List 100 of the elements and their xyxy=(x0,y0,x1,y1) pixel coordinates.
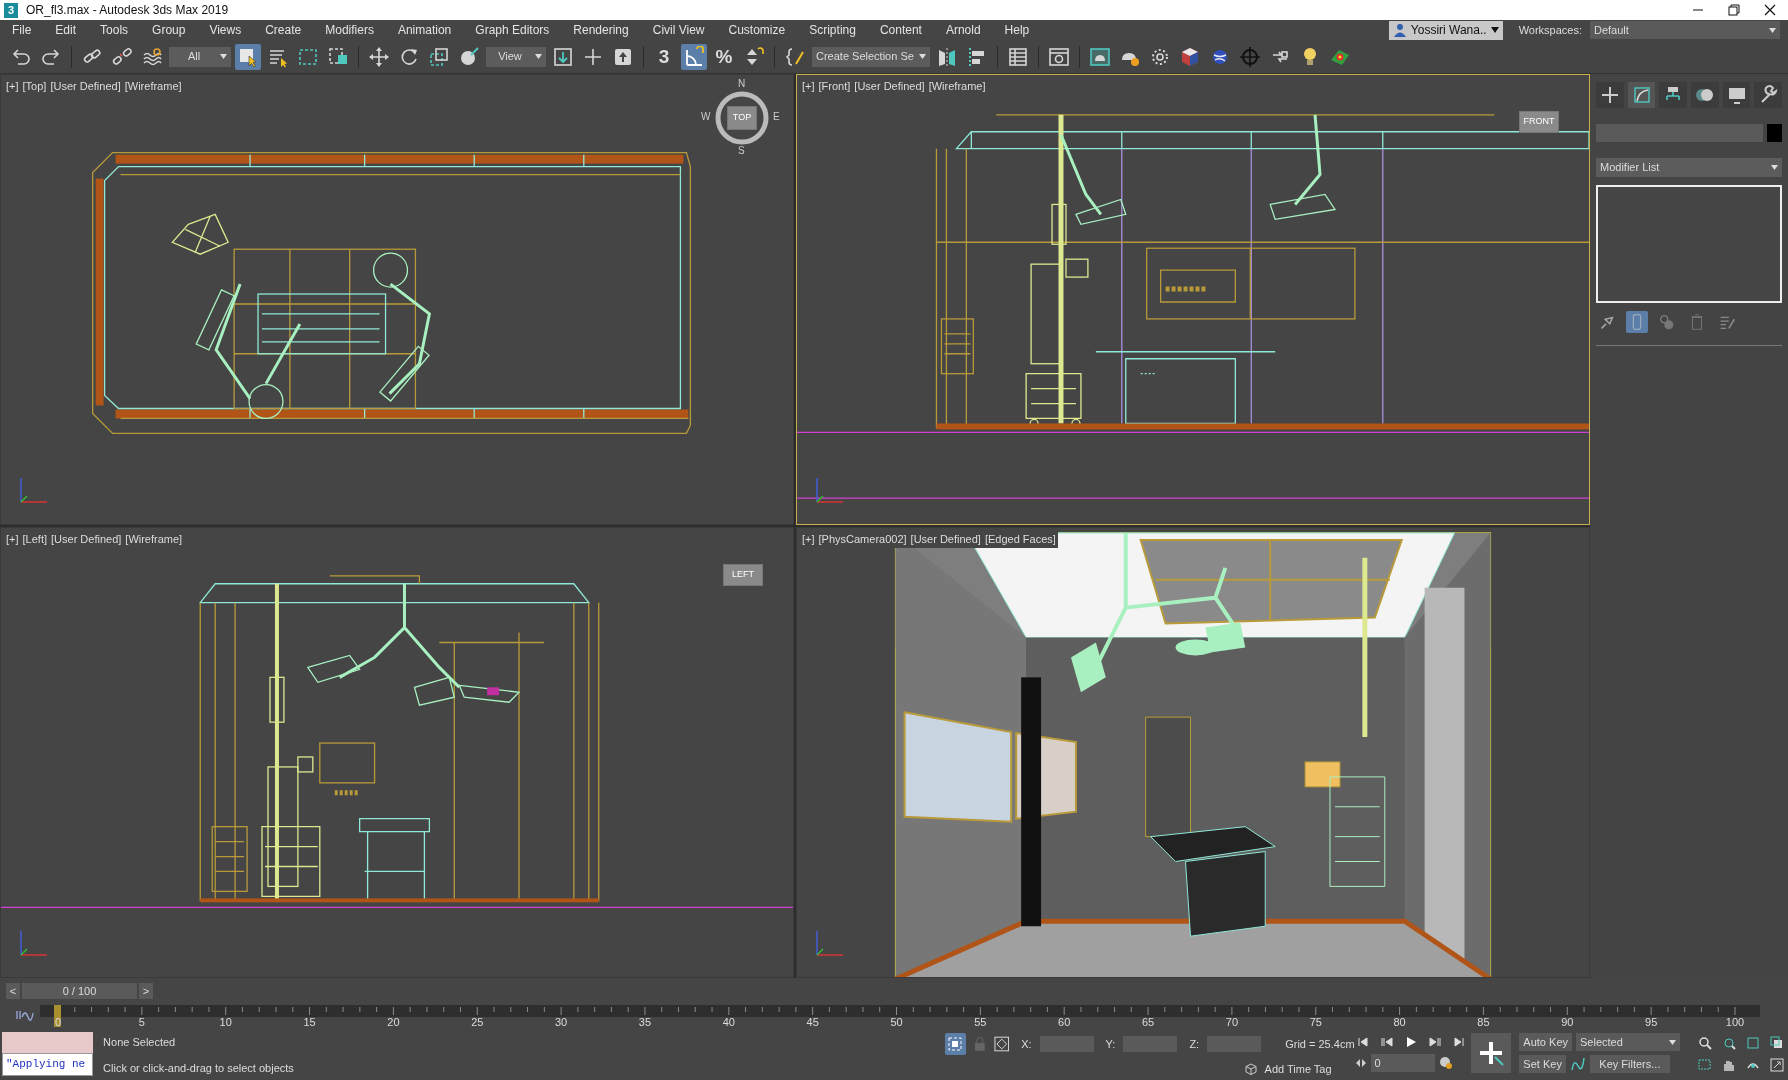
time-slider-thumb[interactable]: 0 / 100 xyxy=(22,982,137,999)
toolbar-dropdown[interactable]: Create Selection Se xyxy=(812,46,930,67)
current-frame-spinner[interactable]: 0 xyxy=(1370,1054,1435,1072)
wrench-panel-tab[interactable] xyxy=(1754,82,1783,108)
prompt-text: Click or click-and-drag to select objects xyxy=(103,1060,295,1076)
frame-tick-label: 10 xyxy=(219,1016,232,1028)
frame-tick-label: 95 xyxy=(1645,1016,1658,1028)
cube-outline-icon xyxy=(1244,1063,1257,1076)
menu-item[interactable]: Animation xyxy=(385,20,464,40)
angle-magnet-button[interactable] xyxy=(681,43,707,70)
go-to-end-icon xyxy=(1452,1036,1465,1048)
menu-item[interactable]: File xyxy=(0,20,44,40)
caret-icon xyxy=(1490,27,1499,33)
padlock-icon xyxy=(973,1037,986,1051)
viewport-menu-label[interactable]: [PhysCamera002] xyxy=(816,531,909,548)
snap-toggle-button[interactable]: % xyxy=(711,43,737,70)
modifier-stack-list[interactable] xyxy=(1596,185,1782,303)
curve-editor-icon[interactable] xyxy=(16,1009,34,1021)
frame-tick-label: 80 xyxy=(1393,1016,1406,1028)
zoom-extents-icon xyxy=(1746,1036,1760,1050)
object-color-swatch[interactable] xyxy=(1767,124,1782,142)
caret-icon xyxy=(220,53,227,59)
next-key-icon xyxy=(1428,1036,1441,1048)
viewport-menu-label[interactable]: [User Defined] xyxy=(908,531,983,548)
viewport[interactable]: [+] [Top] [User Defined] [Wireframe] N W TOP E S xyxy=(0,74,794,525)
key-mode-dropdown[interactable]: Selected xyxy=(1576,1033,1680,1051)
next-key-button[interactable] xyxy=(1426,1034,1443,1050)
frame-tick-label: 85 xyxy=(1477,1016,1490,1028)
maximize-toggle-icon xyxy=(1770,1058,1784,1072)
menu-item[interactable]: Views xyxy=(197,20,254,40)
menu-item[interactable]: Help xyxy=(992,20,1042,40)
previous-key-button[interactable] xyxy=(1378,1034,1395,1050)
menu-item[interactable]: Civil View xyxy=(640,20,717,40)
snap-toggle-button[interactable]: 3 xyxy=(651,43,677,70)
monitor-panel-tab[interactable] xyxy=(1722,82,1751,108)
isolate-selection-button[interactable] xyxy=(944,1033,966,1055)
menu-item[interactable]: Create xyxy=(253,20,314,40)
key-tangent-icon xyxy=(1569,1056,1586,1072)
angle-magnet-icon xyxy=(683,45,705,68)
modifier-list-dropdown[interactable]: Modifier List xyxy=(1596,158,1782,177)
maximize-toggle-button[interactable] xyxy=(1768,1056,1786,1074)
spheres-panel-tab[interactable] xyxy=(1691,82,1719,108)
axis-tripod-icon xyxy=(813,476,845,506)
frame-tick-label: 60 xyxy=(1058,1016,1071,1028)
toolbar-dropdown[interactable]: View xyxy=(486,46,546,67)
key-filters-button[interactable]: Key Filters... xyxy=(1589,1055,1670,1073)
zoom-button[interactable] xyxy=(1696,1034,1714,1052)
pivot-arrows-icon xyxy=(552,45,574,68)
plus-panel-tab[interactable] xyxy=(1596,82,1624,108)
frame-tick-label: 40 xyxy=(722,1016,735,1028)
menu-item[interactable]: Edit xyxy=(43,20,89,40)
hierarchy-panel-tab[interactable] xyxy=(1659,82,1687,108)
table-grid-icon xyxy=(1006,45,1029,68)
select-cursor-button[interactable] xyxy=(235,43,261,70)
menu-item[interactable]: Tools xyxy=(88,20,141,40)
menu-item[interactable]: Scripting xyxy=(797,20,868,40)
viewport-menu-label[interactable]: [Edged Faces] xyxy=(982,531,1058,548)
viewport[interactable]: [+] [PhysCamera002] [User Defined] [Edged Faces] xyxy=(796,527,1590,978)
target-crosshair-icon xyxy=(1238,45,1261,68)
menu-item[interactable]: Graph Editors xyxy=(463,20,562,40)
play-icon xyxy=(1404,1036,1417,1048)
coordinate-label: Y: xyxy=(1105,1036,1116,1052)
sphere-pin-icon xyxy=(458,45,480,68)
caret-icon xyxy=(535,53,542,59)
menu-item[interactable]: Rendering xyxy=(561,20,641,40)
coordinate-label: X: xyxy=(1021,1036,1032,1052)
add-time-tag-text[interactable]: Add Time Tag xyxy=(1264,1061,1332,1078)
frame-tick-label: 45 xyxy=(806,1016,819,1028)
toolbar-dropdown[interactable]: All xyxy=(169,46,231,67)
previous-frame-button[interactable]: < xyxy=(6,982,20,999)
workspaces-dropdown[interactable]: Default xyxy=(1590,21,1780,39)
go-to-start-icon xyxy=(1356,1036,1369,1048)
menu-item[interactable]: Content xyxy=(867,20,934,40)
close-icon xyxy=(1764,4,1776,16)
set-key-button[interactable] xyxy=(1471,1033,1512,1073)
set-key-mode-button[interactable]: Set Key xyxy=(1519,1055,1566,1073)
maxscript-listener-field[interactable] xyxy=(2,1032,94,1053)
selection-frame-icon xyxy=(946,1035,965,1053)
menu-item[interactable]: Group xyxy=(140,20,198,40)
menu-item[interactable]: Customize xyxy=(716,20,798,40)
frame-tick-label: 15 xyxy=(303,1016,316,1028)
menu-item[interactable]: Modifiers xyxy=(313,20,386,40)
viewport[interactable]: [+] [Front] [User Defined] [Wireframe] FRONT xyxy=(796,74,1590,525)
frame-tick-label: 30 xyxy=(554,1016,568,1028)
frame-tick-label: 35 xyxy=(638,1016,652,1028)
caret-icon xyxy=(918,53,926,59)
timeline-ruler[interactable] xyxy=(40,1005,1760,1017)
menu-item[interactable]: Arnold xyxy=(933,20,993,40)
window-title: OR_fl3.max - Autodesk 3ds Max 2019 xyxy=(26,2,229,19)
compass-letter: S xyxy=(738,146,745,156)
auto-key-button[interactable]: Auto Key xyxy=(1519,1033,1572,1051)
axis-tripod-icon xyxy=(813,929,845,959)
selection-status-text: None Selected xyxy=(103,1035,177,1050)
user-account-menu[interactable]: Yossiri Wana.. xyxy=(1388,20,1503,40)
frame-tick-label: 0 xyxy=(54,1016,62,1028)
viewport[interactable]: [+] [Left] [User Defined] [Wireframe] LEFT xyxy=(0,527,794,978)
grid-size-text: Grid = 25.4cm xyxy=(1285,1036,1355,1052)
zoom-extents-all-icon xyxy=(1770,1036,1784,1050)
next-frame-button[interactable]: > xyxy=(139,982,153,999)
curve-frame-panel-tab[interactable] xyxy=(1627,82,1656,108)
